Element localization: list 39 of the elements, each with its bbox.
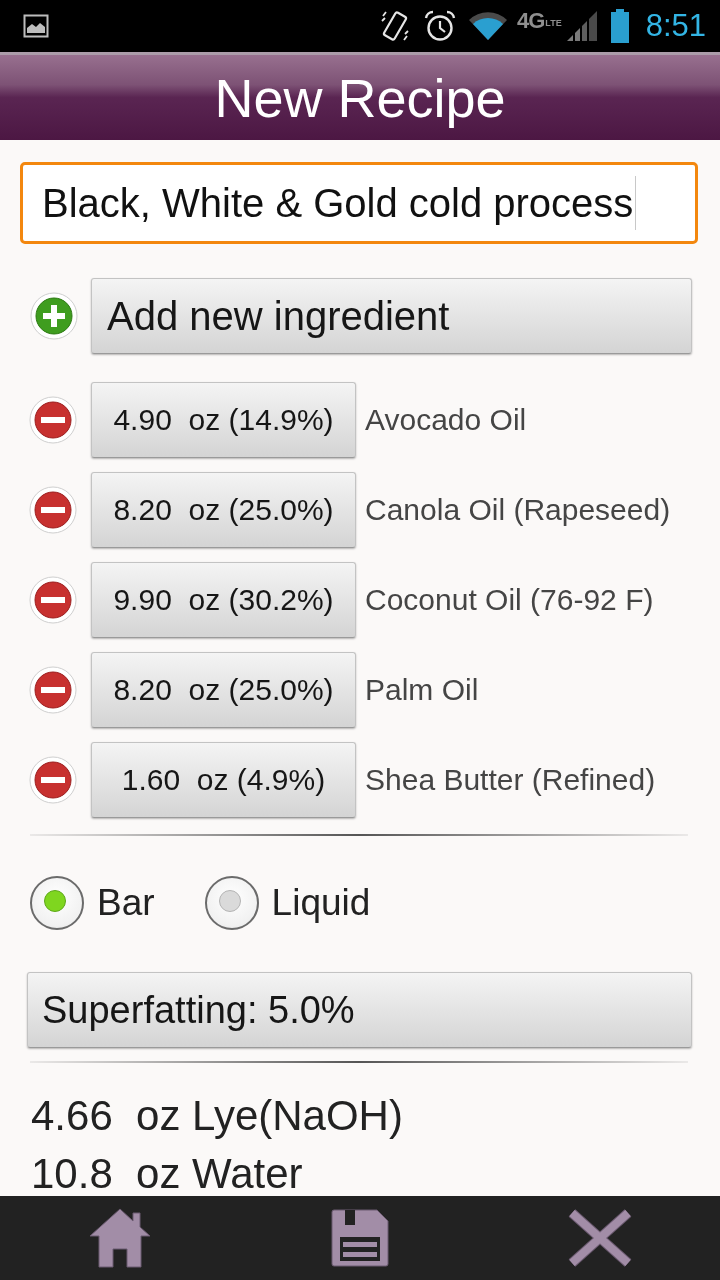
network-subtype-label: LTE (545, 19, 562, 28)
amount-button[interactable]: 4.90 oz (14.9%) (91, 382, 356, 458)
minus-icon[interactable] (29, 486, 77, 534)
image-icon (23, 14, 49, 38)
amount-button[interactable]: 8.20 oz (25.0%) (91, 472, 356, 548)
wifi-icon (467, 11, 508, 41)
vibrate-icon (379, 8, 410, 44)
result-text: 10.8 oz Water (31, 1152, 303, 1196)
ingredient-name: Shea Butter (Refined) (365, 763, 656, 797)
close-icon[interactable] (567, 1208, 633, 1268)
plus-icon[interactable] (30, 292, 78, 340)
recipe-name-field[interactable]: Black, White & Gold cold process (20, 162, 698, 244)
add-ingredient-button[interactable]: Add new ingredient (91, 278, 692, 354)
save-icon[interactable] (331, 1209, 389, 1267)
amount-button[interactable]: 9.90 oz (30.2%) (91, 562, 356, 638)
ingredient-name: Canola Oil (Rapeseed) (365, 493, 671, 527)
radio-button[interactable] (30, 876, 84, 930)
radio-button[interactable] (204, 876, 259, 930)
minus-icon[interactable] (29, 666, 77, 714)
ingredient-name: Avocado Oil (365, 403, 527, 437)
ingredient-name: Palm Oil (365, 673, 479, 707)
battery-icon (610, 9, 629, 43)
amount-button[interactable]: 1.60 oz (4.9%) (91, 742, 356, 818)
amount-button[interactable]: 8.20 oz (25.0%) (91, 652, 356, 728)
screen-title: New Recipe (214, 66, 506, 130)
signal-icon (566, 11, 597, 41)
superfatting-button[interactable]: Superfatting: 5.0% (27, 972, 692, 1048)
clock-time: 8:51 (645, 8, 706, 44)
minus-icon[interactable] (29, 396, 77, 444)
home-icon[interactable] (89, 1208, 151, 1268)
text-cursor (635, 176, 637, 230)
radio-label: Liquid (271, 882, 371, 924)
minus-icon[interactable] (29, 756, 77, 804)
alarm-clock-icon (423, 10, 456, 42)
radio-label: Bar (97, 882, 155, 924)
minus-icon[interactable] (29, 576, 77, 624)
result-text: 4.66 oz Lye(NaOH) (31, 1091, 403, 1141)
network-type-label: 4G (516, 10, 545, 32)
ingredient-name: Coconut Oil (76-92 F) (365, 583, 654, 617)
